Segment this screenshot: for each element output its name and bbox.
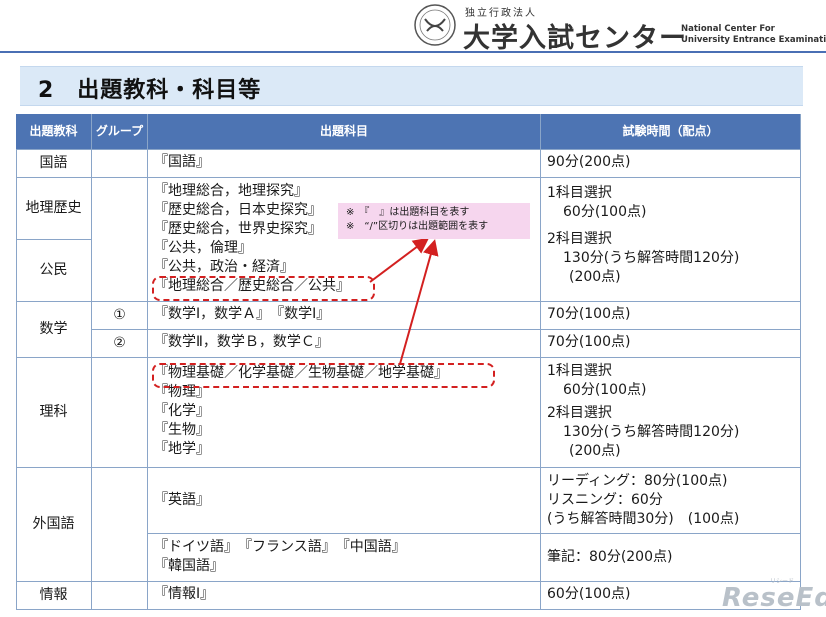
arrow-to-note-2 [399,239,439,365]
legend-note: ※ 『 』は出題科目を表す ※ “/”区切りは出題範囲を表す [338,203,530,239]
note-line2: ※ “/”区切りは出題範囲を表す [346,221,489,232]
watermark-logo: ReseEd [722,583,826,613]
annotation-arrows [369,237,439,365]
arrow-to-note-1 [369,237,430,283]
note-line1: ※ 『 』は出題科目を表す [346,207,470,218]
